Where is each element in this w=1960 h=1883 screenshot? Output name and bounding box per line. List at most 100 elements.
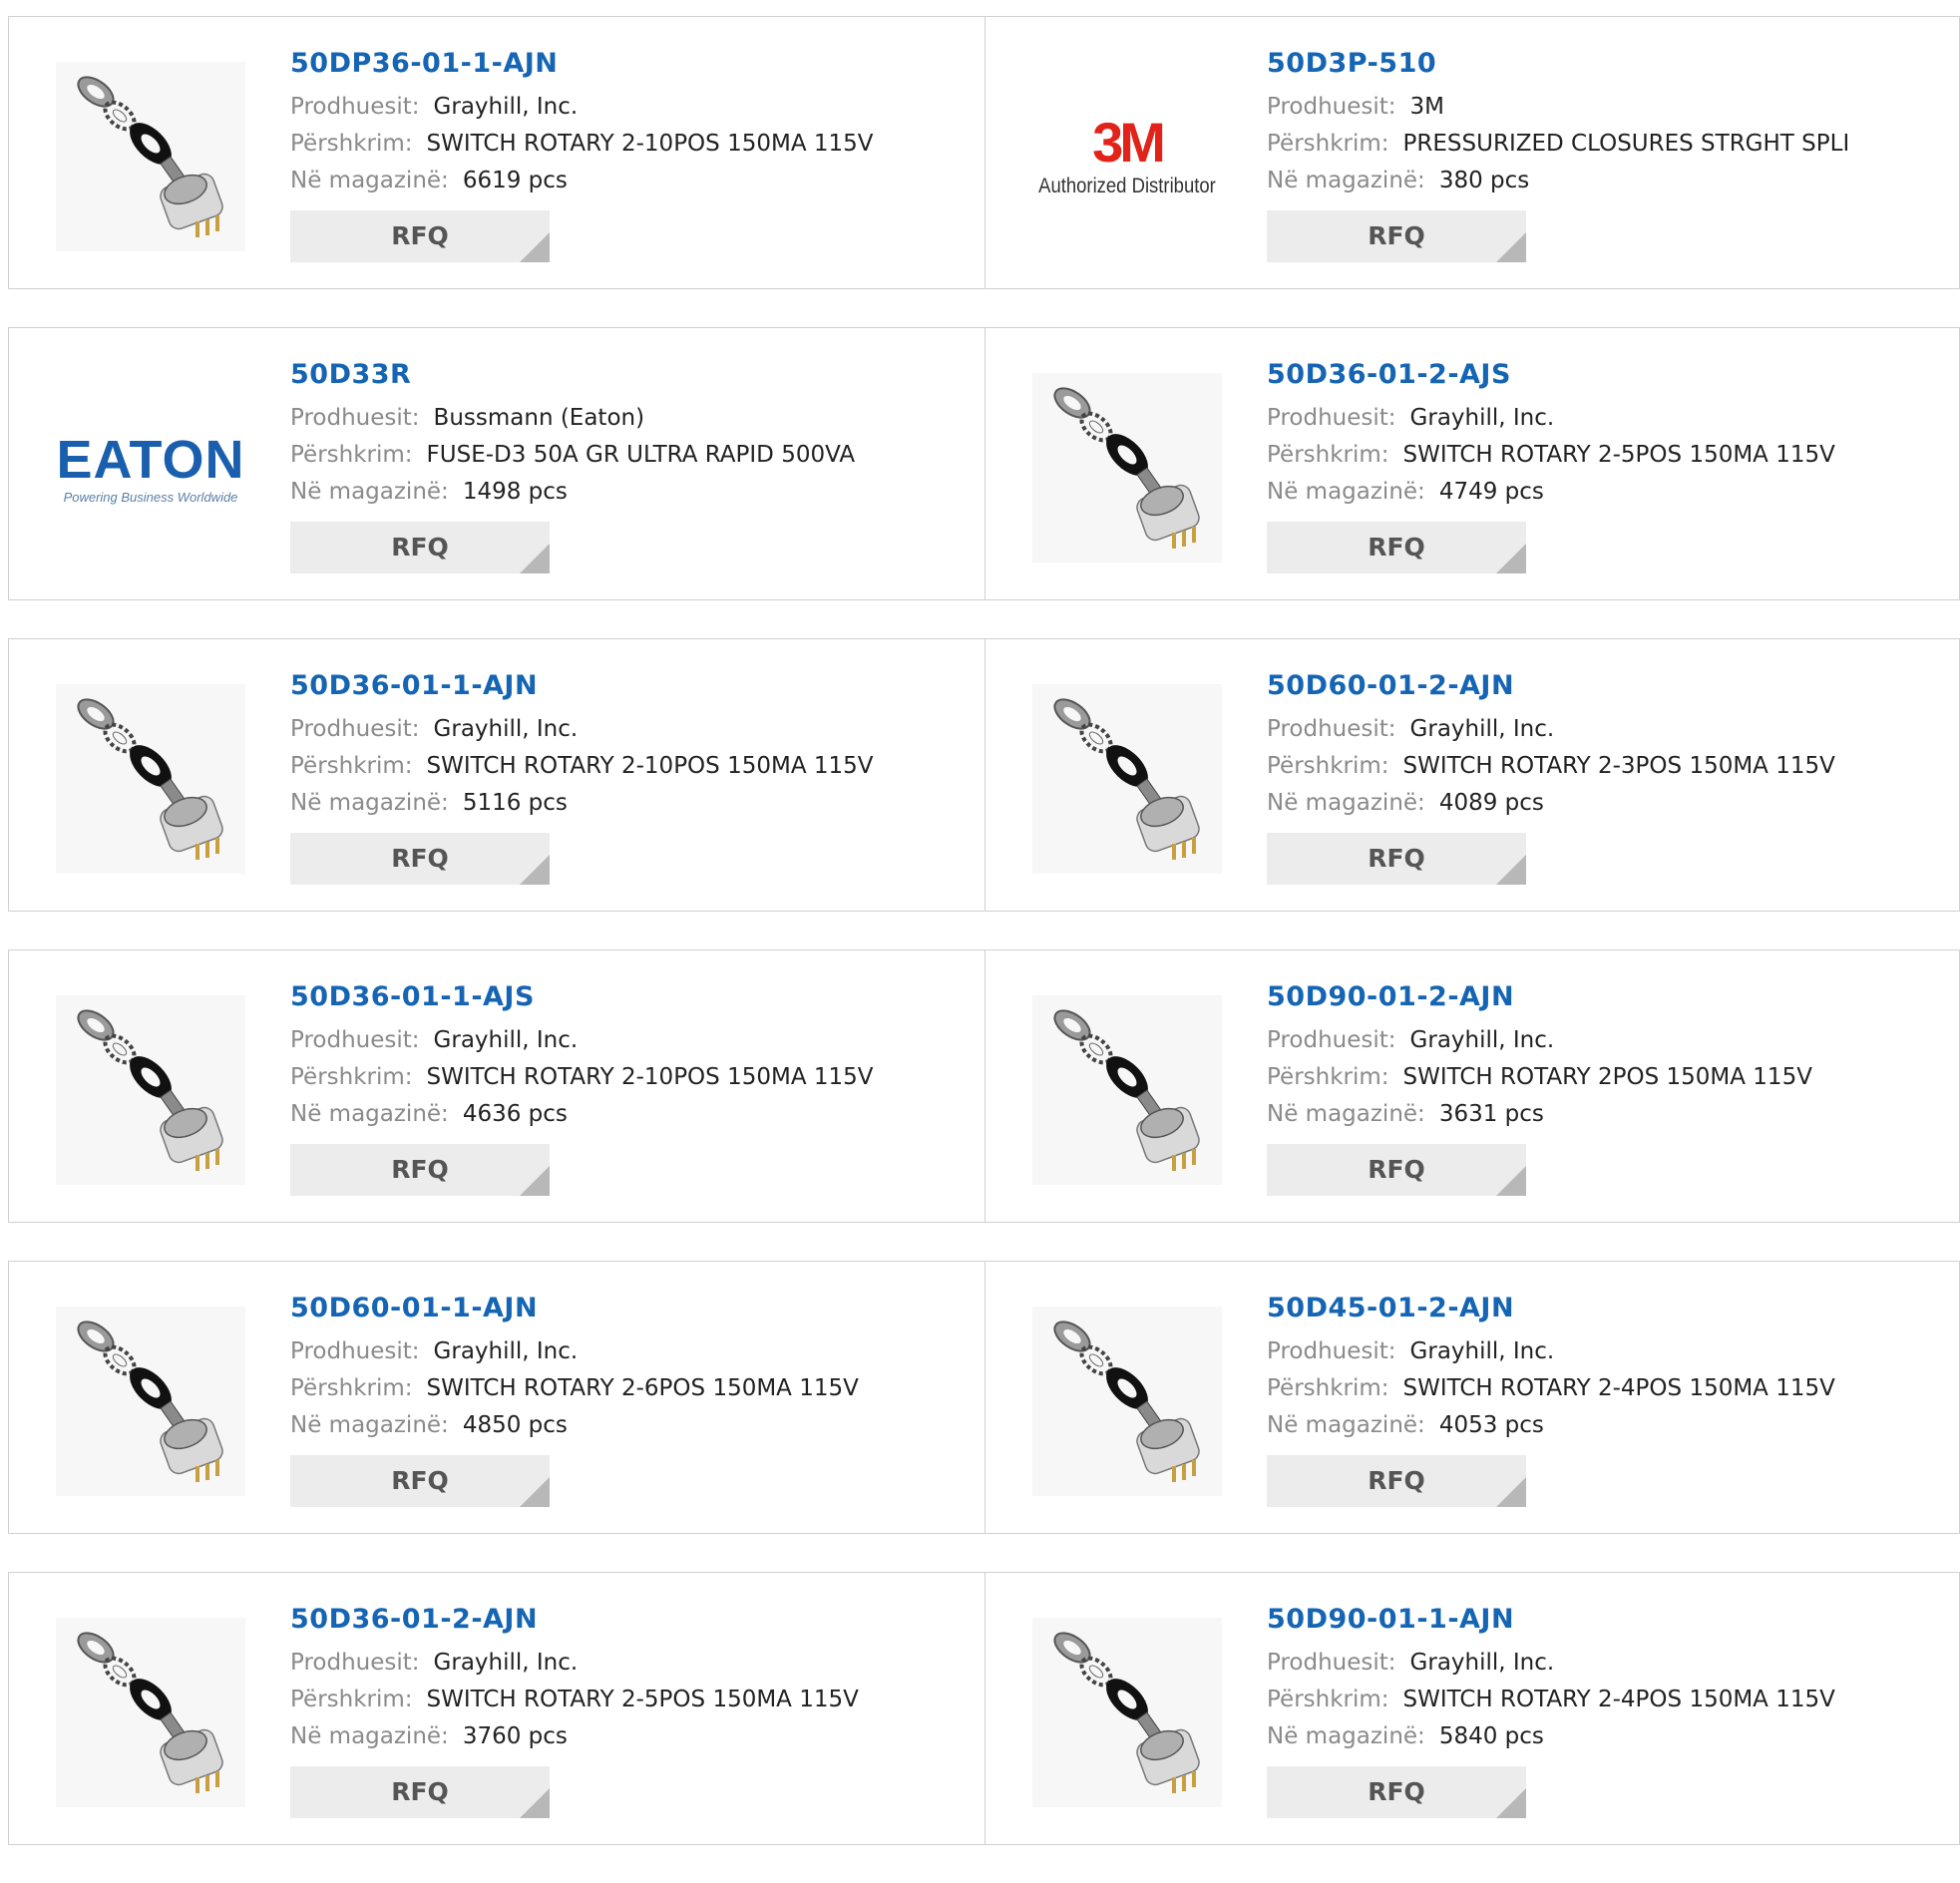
description-value: SWITCH ROTARY 2POS 150MA 115V	[1402, 1064, 1812, 1090]
manufacturer-value: Grayhill, Inc.	[1409, 1338, 1555, 1364]
product-image[interactable]	[1027, 368, 1227, 567]
rfq-button[interactable]: RFQ	[1267, 522, 1526, 573]
stock-line: Në magazinë: 4053 pcs	[1267, 1407, 1945, 1444]
corner-triangle-icon	[1496, 1788, 1526, 1818]
product-image[interactable]	[51, 1613, 250, 1812]
part-number-link[interactable]: 50D36-01-2-AJN	[290, 1601, 969, 1645]
product-info: 50D36-01-1-AJN Prodhuesit: Grayhill, Inc.…	[290, 667, 969, 885]
product-info: 50D60-01-1-AJN Prodhuesit: Grayhill, Inc.…	[290, 1290, 969, 1507]
part-number-link[interactable]: 50D36-01-2-AJS	[1267, 356, 1945, 400]
product-card: 50D36-01-2-AJS Prodhuesit: Grayhill, Inc.…	[984, 328, 1959, 599]
rfq-button[interactable]: RFQ	[290, 1144, 550, 1196]
description-line: Përshkrim: FUSE-D3 50A GR ULTRA RAPID 500…	[290, 437, 969, 474]
product-info: 50D36-01-1-AJS Prodhuesit: Grayhill, Inc.…	[290, 978, 969, 1196]
stock-label: Në magazinë:	[1267, 1412, 1425, 1438]
rfq-button[interactable]: RFQ	[1267, 210, 1526, 262]
stock-value: 4850 pcs	[462, 1412, 568, 1438]
manufacturer-value: Grayhill, Inc.	[433, 94, 579, 120]
product-image[interactable]: EATON Powering Business Worldwide	[51, 368, 250, 567]
part-number-link[interactable]: 50D60-01-1-AJN	[290, 1290, 969, 1333]
manufacturer-label: Prodhuesit:	[290, 94, 420, 120]
manufacturer-line: Prodhuesit: Grayhill, Inc.	[1267, 1333, 1945, 1370]
rotary-switch-icon	[56, 684, 245, 874]
stock-line: Në magazinë: 3760 pcs	[290, 1718, 969, 1755]
part-number-link[interactable]: 50D36-01-1-AJN	[290, 667, 969, 711]
stock-value: 5840 pcs	[1438, 1723, 1544, 1749]
part-number-link[interactable]: 50D60-01-2-AJN	[1267, 667, 1945, 711]
rfq-button[interactable]: RFQ	[1267, 833, 1526, 885]
manufacturer-line: Prodhuesit: Grayhill, Inc.	[290, 1333, 969, 1370]
product-image[interactable]	[1027, 679, 1227, 879]
rfq-button[interactable]: RFQ	[290, 1766, 550, 1818]
product-image[interactable]	[1027, 1613, 1227, 1812]
stock-label: Në magazinë:	[1267, 479, 1425, 505]
description-value: FUSE-D3 50A GR ULTRA RAPID 500VA	[426, 442, 856, 468]
part-number-link[interactable]: 50D90-01-2-AJN	[1267, 978, 1945, 1022]
product-image[interactable]	[51, 990, 250, 1190]
stock-value: 380 pcs	[1438, 168, 1530, 193]
corner-triangle-icon	[1496, 1477, 1526, 1507]
manufacturer-label: Prodhuesit:	[1267, 716, 1396, 742]
manufacturer-line: Prodhuesit: Grayhill, Inc.	[290, 711, 969, 748]
part-number-link[interactable]: 50DP36-01-1-AJN	[290, 45, 969, 89]
description-label: Përshkrim:	[1267, 1064, 1389, 1090]
product-card: 3M Authorized Distributor 50D3P-510 Prodh…	[984, 17, 1959, 288]
description-label: Përshkrim:	[1267, 1375, 1389, 1401]
stock-label: Në magazinë:	[290, 790, 449, 816]
stock-value: 4749 pcs	[1438, 479, 1544, 505]
product-row: 50D36-01-1-AJN Prodhuesit: Grayhill, Inc.…	[8, 638, 1960, 912]
description-line: Përshkrim: SWITCH ROTARY 2-5POS 150MA 115…	[1267, 437, 1945, 474]
stock-line: Në magazinë: 6619 pcs	[290, 163, 969, 199]
product-image[interactable]	[51, 1302, 250, 1501]
product-image[interactable]	[1027, 990, 1227, 1190]
stock-line: Në magazinë: 1498 pcs	[290, 474, 969, 511]
description-line: Përshkrim: SWITCH ROTARY 2-10POS 150MA 11…	[290, 748, 969, 785]
product-row: 50D36-01-1-AJS Prodhuesit: Grayhill, Inc.…	[8, 949, 1960, 1223]
rfq-label: RFQ	[1368, 1777, 1425, 1806]
description-label: Përshkrim:	[1267, 131, 1389, 157]
product-image[interactable]	[51, 57, 250, 256]
rfq-label: RFQ	[1368, 844, 1425, 873]
rfq-button[interactable]: RFQ	[1267, 1144, 1526, 1196]
stock-line: Në magazinë: 4749 pcs	[1267, 474, 1945, 511]
part-number-link[interactable]: 50D36-01-1-AJS	[290, 978, 969, 1022]
rotary-switch-icon	[56, 1618, 245, 1807]
description-line: Përshkrim: SWITCH ROTARY 2-4POS 150MA 115…	[1267, 1370, 1945, 1407]
part-number-link[interactable]: 50D33R	[290, 356, 969, 400]
product-image[interactable]	[1027, 1302, 1227, 1501]
part-number-link[interactable]: 50D45-01-2-AJN	[1267, 1290, 1945, 1333]
rfq-button[interactable]: RFQ	[290, 1455, 550, 1507]
stock-label: Në magazinë:	[1267, 1723, 1425, 1749]
rfq-button[interactable]: RFQ	[290, 210, 550, 262]
description-value: SWITCH ROTARY 2-5POS 150MA 115V	[1402, 442, 1835, 468]
manufacturer-label: Prodhuesit:	[290, 1027, 420, 1053]
rfq-label: RFQ	[1368, 1155, 1425, 1184]
description-label: Përshkrim:	[290, 753, 413, 779]
stock-line: Në magazinë: 4850 pcs	[290, 1407, 969, 1444]
rfq-button[interactable]: RFQ	[290, 833, 550, 885]
stock-line: Në magazinë: 5116 pcs	[290, 785, 969, 822]
stock-line: Në magazinë: 380 pcs	[1267, 163, 1945, 199]
rotary-switch-icon	[1032, 684, 1222, 874]
description-value: SWITCH ROTARY 2-10POS 150MA 115V	[426, 131, 874, 157]
corner-triangle-icon	[520, 1477, 550, 1507]
corner-triangle-icon	[1496, 232, 1526, 262]
rfq-button[interactable]: RFQ	[1267, 1455, 1526, 1507]
manufacturer-value: Grayhill, Inc.	[1409, 716, 1555, 742]
manufacturer-label: Prodhuesit:	[1267, 1650, 1396, 1676]
stock-value: 5116 pcs	[462, 790, 568, 816]
rfq-button[interactable]: RFQ	[290, 522, 550, 573]
manufacturer-line: Prodhuesit: Grayhill, Inc.	[290, 1022, 969, 1059]
manufacturer-value: Grayhill, Inc.	[433, 716, 579, 742]
corner-triangle-icon	[1496, 544, 1526, 573]
rotary-switch-icon	[56, 62, 245, 251]
rfq-button[interactable]: RFQ	[1267, 1766, 1526, 1818]
part-number-link[interactable]: 50D3P-510	[1267, 45, 1945, 89]
manufacturer-line: Prodhuesit: Grayhill, Inc.	[290, 1645, 969, 1682]
product-image[interactable]: 3M Authorized Distributor	[1027, 57, 1227, 256]
stock-value: 3760 pcs	[462, 1723, 568, 1749]
product-image[interactable]	[51, 679, 250, 879]
description-label: Përshkrim:	[1267, 1687, 1389, 1712]
part-number-link[interactable]: 50D90-01-1-AJN	[1267, 1601, 1945, 1645]
description-value: SWITCH ROTARY 2-6POS 150MA 115V	[426, 1375, 859, 1401]
